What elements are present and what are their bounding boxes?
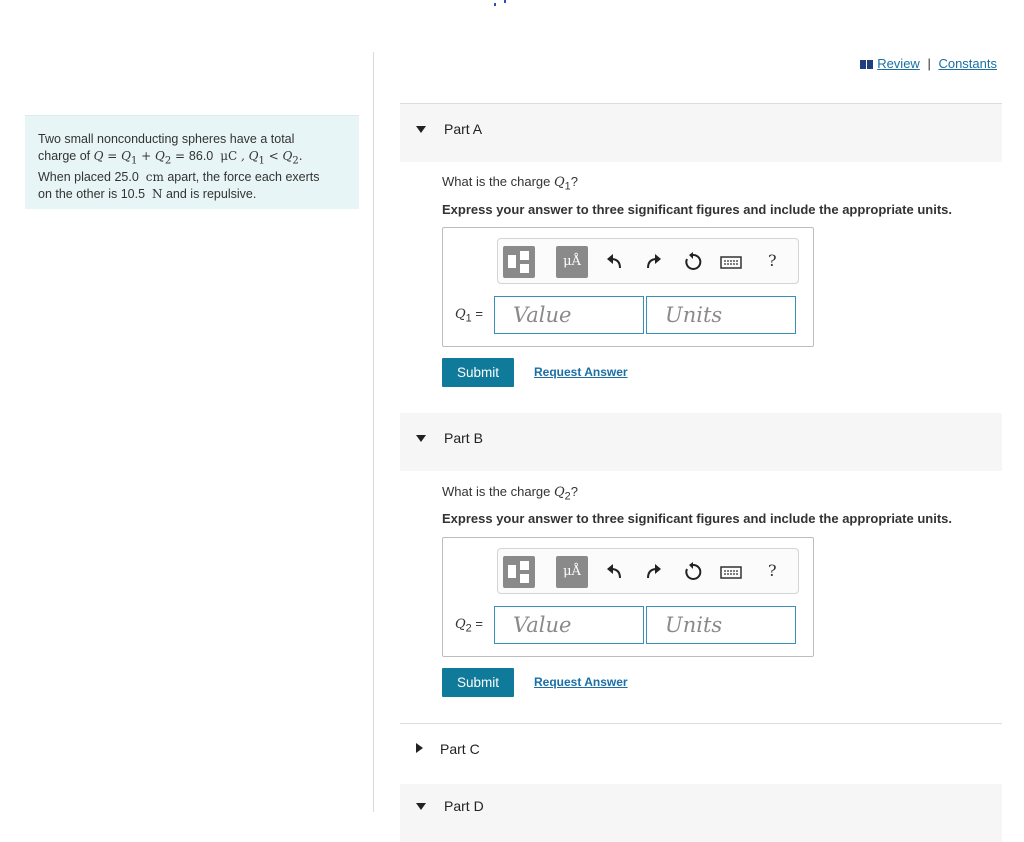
problem-line-2: charge of Q = Q1 + Q2 = 86.0 μC , Q1 < Q… (38, 148, 347, 169)
question-end: ? (570, 484, 578, 499)
units-icon[interactable]: μÅ (556, 246, 588, 278)
caret-down-icon (416, 435, 426, 442)
part-a-request-answer-link[interactable]: Request Answer (534, 365, 628, 379)
question-var: Q (554, 175, 565, 190)
question-var: Q (554, 485, 565, 500)
part-c-header[interactable]: Part C (400, 724, 1002, 782)
q2-units-input[interactable]: Units (646, 606, 796, 644)
undo-icon[interactable] (605, 252, 625, 272)
part-b-answer-box: μÅ ? Q2 = Value Units (442, 537, 814, 657)
fraction-template-icon[interactable] (503, 246, 535, 278)
problem-line-1: Two small nonconducting spheres have a t… (38, 132, 295, 146)
part-b-submit-button[interactable]: Submit (442, 668, 514, 697)
undo-icon[interactable] (605, 562, 625, 582)
problem-ineq: , Q1 < Q2. (237, 149, 303, 166)
label-eq: = (475, 306, 483, 321)
problem-line-4: on the other is 10.5 N and is repulsive. (38, 186, 347, 203)
part-a-instruction: Express your answer to three significant… (442, 202, 952, 217)
math-toolbar: μÅ ? (497, 548, 799, 594)
q1-units-input[interactable]: Units (646, 296, 796, 334)
q1-value-input[interactable]: Value (494, 296, 644, 334)
force-unit: N (152, 187, 163, 202)
question-end: ? (570, 174, 578, 189)
part-b-request-answer-link[interactable]: Request Answer (534, 675, 628, 689)
problem-text: and is repulsive. (162, 187, 257, 202)
problem-text: When placed (38, 170, 115, 185)
help-icon[interactable]: ? (768, 561, 777, 580)
math-q: + Q (137, 149, 165, 163)
help-icon[interactable]: ? (768, 251, 777, 270)
distance-value: 25.0 (114, 170, 139, 185)
q2-value-input[interactable]: Value (494, 606, 644, 644)
label-var: Q (455, 617, 466, 632)
problem-math: Q = Q1 + Q2 = (93, 149, 189, 166)
constants-link[interactable]: Constants (938, 56, 997, 71)
top-links: Review | Constants (860, 56, 997, 71)
math-toolbar: μÅ ? (497, 238, 799, 284)
part-b-header[interactable]: Part B (400, 413, 1002, 471)
caret-down-icon (416, 803, 426, 810)
q1-label: Q1 = (455, 306, 483, 325)
redo-icon[interactable] (643, 252, 663, 272)
part-a-answer-box: μÅ ? Q1 = Value Units (442, 227, 814, 347)
part-a-title: Part A (444, 121, 483, 137)
review-link[interactable]: Review (877, 56, 920, 71)
keyboard-icon[interactable] (720, 562, 742, 582)
problem-statement: Two small nonconducting spheres have a t… (25, 115, 359, 209)
label-var: Q (455, 307, 466, 322)
problem-line-3: When placed 25.0 cm apart, the force eac… (38, 169, 347, 186)
math-q: < Q (264, 149, 293, 163)
force-value: 10.5 (120, 187, 146, 202)
problem-text: charge of (38, 149, 94, 163)
link-separator: | (927, 56, 931, 71)
problem-text: on the other is (38, 187, 121, 202)
caret-down-icon (416, 126, 426, 133)
charge-value: 86.0 (188, 149, 214, 163)
math-q: , Q (237, 149, 259, 163)
part-a-question: What is the charge Q1? (442, 174, 578, 193)
q2-label: Q2 = (455, 616, 483, 635)
label-var-sub: 1 (465, 312, 472, 325)
charge-unit: μC (220, 149, 238, 163)
part-c-title: Part C (440, 741, 480, 757)
part-d-title: Part D (444, 798, 484, 814)
math-eq: = (171, 149, 189, 163)
math-q: Q = Q (93, 149, 131, 163)
caret-right-icon (416, 743, 423, 753)
reset-icon[interactable] (683, 562, 703, 582)
math-end: . (298, 149, 303, 163)
problem-text: apart, the force each exerts (163, 170, 320, 185)
redo-icon[interactable] (643, 562, 663, 582)
fraction-template-icon[interactable] (503, 556, 535, 588)
column-divider (373, 52, 374, 812)
part-d-header[interactable]: Part D (400, 784, 1002, 842)
part-b-question: What is the charge Q2? (442, 484, 578, 503)
part-b-title: Part B (444, 430, 483, 446)
units-icon[interactable]: μÅ (556, 556, 588, 588)
keyboard-icon[interactable] (720, 252, 742, 272)
part-a-header[interactable]: Part A (400, 104, 1002, 162)
label-eq: = (475, 616, 483, 631)
distance-unit: cm (145, 170, 164, 185)
question-text: What is the charge (442, 174, 554, 189)
question-text: What is the charge (442, 484, 554, 499)
part-a-submit-button[interactable]: Submit (442, 358, 514, 387)
book-icon (860, 60, 874, 70)
label-var-sub: 2 (465, 622, 472, 635)
part-b-instruction: Express your answer to three significant… (442, 511, 952, 526)
reset-icon[interactable] (683, 252, 703, 272)
